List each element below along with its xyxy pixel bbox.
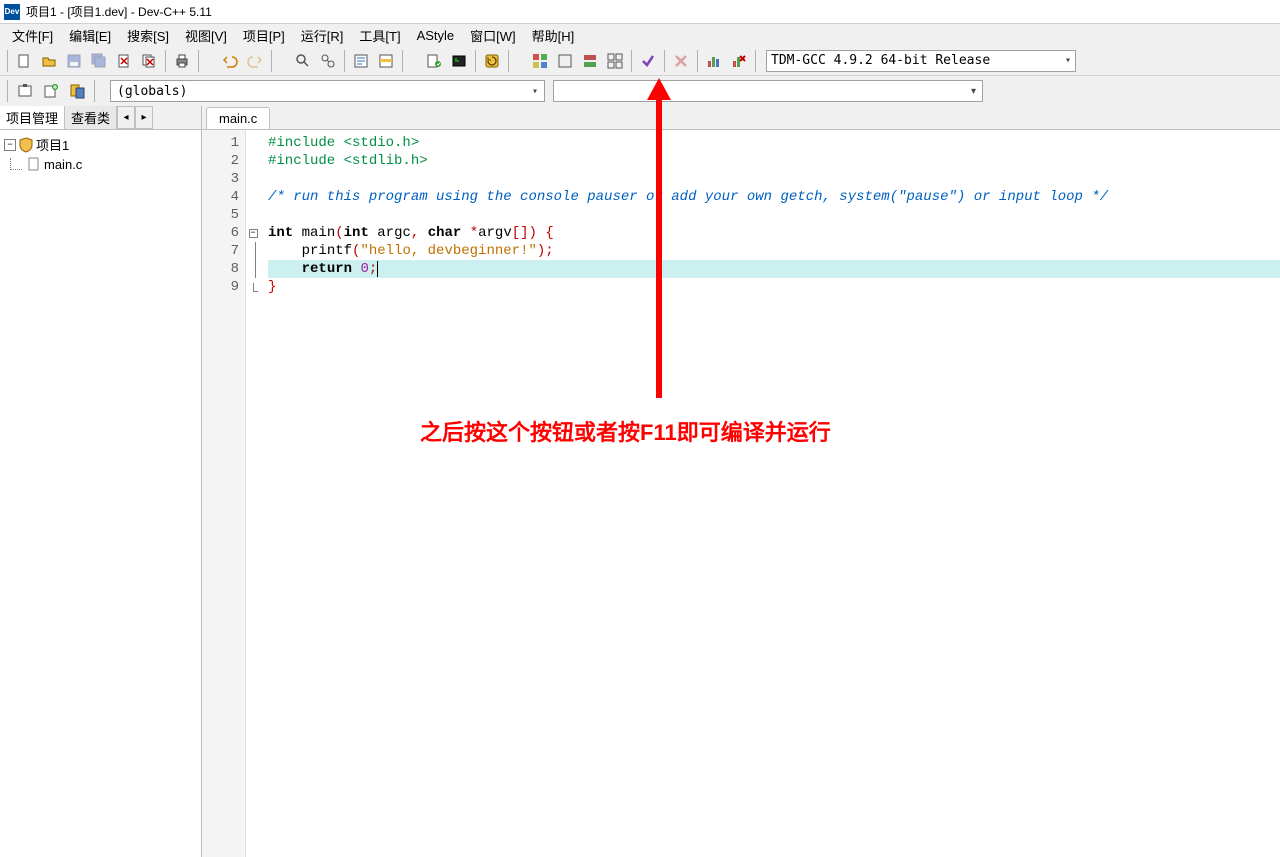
menu-search[interactable]: 搜索[S] <box>119 24 177 47</box>
compile-run-button[interactable] <box>528 49 552 73</box>
menu-project[interactable]: 项目[P] <box>235 24 293 47</box>
app-icon: Dev <box>4 4 20 20</box>
check-button[interactable] <box>636 49 660 73</box>
sidebar-tab-next[interactable]: ▸ <box>135 106 153 129</box>
delete-profile-button[interactable] <box>727 49 751 73</box>
menu-astyle[interactable]: AStyle <box>409 26 463 45</box>
main-toolbar: TDM-GCC 4.9.2 64-bit Release ▾ <box>0 46 1280 76</box>
bookmarks-button[interactable] <box>374 49 398 73</box>
menu-window[interactable]: 窗口[W] <box>462 24 524 47</box>
secondary-toolbar: (globals) ▾ ▾ <box>0 76 1280 106</box>
new-file-button[interactable] <box>12 49 36 73</box>
sidebar-tab-project[interactable]: 项目管理 <box>0 106 65 129</box>
tree-project-label: 项目1 <box>36 135 69 154</box>
print-button[interactable] <box>170 49 194 73</box>
sidebar-tab-prev[interactable]: ◂ <box>117 106 135 129</box>
menu-help[interactable]: 帮助[H] <box>524 24 583 47</box>
compile-button[interactable] <box>422 49 446 73</box>
save-all-button[interactable] <box>87 49 111 73</box>
chevron-down-icon: ▾ <box>1065 55 1071 66</box>
tree-file-label: main.c <box>44 157 82 172</box>
scope-select-value: (globals) <box>117 84 187 99</box>
file-tab-main[interactable]: main.c <box>206 107 270 129</box>
delete-button[interactable] <box>669 49 693 73</box>
chart-button[interactable] <box>702 49 726 73</box>
chevron-down-icon: ▾ <box>532 86 538 97</box>
compiler-select[interactable]: TDM-GCC 4.9.2 64-bit Release ▾ <box>766 50 1076 72</box>
scope-select[interactable]: (globals) ▾ <box>110 80 545 102</box>
goto-button[interactable] <box>349 49 373 73</box>
save-button[interactable] <box>62 49 86 73</box>
redo-button[interactable] <box>243 49 267 73</box>
line-number-gutter: 1 2 3 4 5 6 7 8 9 <box>202 130 246 857</box>
tree-collapse-icon[interactable]: − <box>4 139 16 151</box>
function-select[interactable]: ▾ <box>553 80 983 102</box>
menubar: 文件[F] 编辑[E] 搜索[S] 视图[V] 项目[P] 运行[R] 工具[T… <box>0 24 1280 46</box>
menu-file[interactable]: 文件[F] <box>4 24 61 47</box>
menu-view[interactable]: 视图[V] <box>177 24 235 47</box>
file-icon <box>26 156 42 172</box>
sidebar-tabs: 项目管理 查看类 ◂ ▸ <box>0 106 201 130</box>
main-area: 项目管理 查看类 ◂ ▸ − 项目1 main.c main.c 1 <box>0 106 1280 857</box>
tree-file-item[interactable]: main.c <box>4 155 197 173</box>
compiler-select-value: TDM-GCC 4.9.2 64-bit Release <box>771 53 990 68</box>
run-button[interactable] <box>447 49 471 73</box>
remove-file-button[interactable] <box>65 79 89 103</box>
code-editor[interactable]: 1 2 3 4 5 6 7 8 9 − #include <stdio.h> #… <box>202 130 1280 857</box>
replace-button[interactable] <box>316 49 340 73</box>
undo-button[interactable] <box>218 49 242 73</box>
close-button[interactable] <box>112 49 136 73</box>
fold-gutter: − <box>246 130 260 857</box>
fold-toggle-icon[interactable]: − <box>249 229 258 238</box>
new-project-button[interactable] <box>13 79 37 103</box>
sidebar: 项目管理 查看类 ◂ ▸ − 项目1 main.c <box>0 106 202 857</box>
menu-edit[interactable]: 编辑[E] <box>61 24 119 47</box>
open-button[interactable] <box>37 49 61 73</box>
shield-icon <box>18 137 34 153</box>
window-title: 项目1 - [项目1.dev] - Dev-C++ 5.11 <box>26 3 212 20</box>
find-button[interactable] <box>291 49 315 73</box>
close-all-button[interactable] <box>137 49 161 73</box>
debug-colored-button[interactable] <box>578 49 602 73</box>
code-content[interactable]: #include <stdio.h> #include <stdlib.h> /… <box>260 130 1280 857</box>
titlebar: Dev 项目1 - [项目1.dev] - Dev-C++ 5.11 <box>0 0 1280 24</box>
profile-button[interactable] <box>603 49 627 73</box>
menu-run[interactable]: 运行[R] <box>293 24 352 47</box>
tree-project-root[interactable]: − 项目1 <box>4 134 197 155</box>
project-tree[interactable]: − 项目1 main.c <box>0 130 201 857</box>
add-file-button[interactable] <box>39 79 63 103</box>
sidebar-tab-classes[interactable]: 查看类 <box>65 106 117 129</box>
menu-tools[interactable]: 工具[T] <box>351 24 408 47</box>
editor-area: main.c 1 2 3 4 5 6 7 8 9 − #inc <box>202 106 1280 857</box>
chevron-down-icon: ▾ <box>971 86 976 97</box>
file-tabs: main.c <box>202 106 1280 130</box>
debug-button[interactable] <box>553 49 577 73</box>
rebuild-button[interactable] <box>480 49 504 73</box>
